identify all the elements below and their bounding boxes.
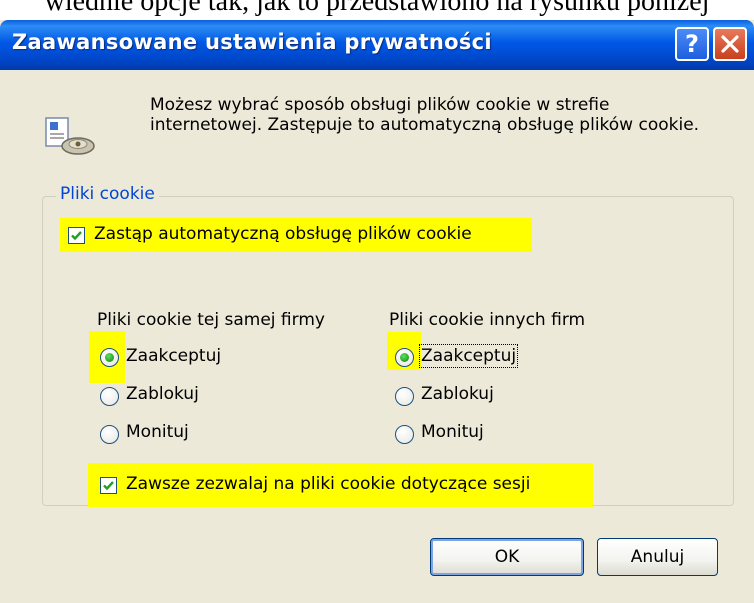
first-party-heading: Pliki cookie tej samej firmy xyxy=(97,310,325,330)
first-party-prompt-radio[interactable] xyxy=(100,425,119,444)
radio-selected-dot xyxy=(400,353,409,362)
ok-button-label: OK xyxy=(494,547,520,567)
background-document-text: wiednie opcje tak, jak to przedstawiono … xyxy=(44,0,710,17)
checkmark-icon xyxy=(71,231,82,241)
first-party-prompt-label: Monituj xyxy=(126,422,189,442)
third-party-block-radio[interactable] xyxy=(395,387,414,406)
cancel-button[interactable]: Anuluj xyxy=(597,538,718,576)
ok-button[interactable]: OK xyxy=(430,538,584,576)
override-checkbox[interactable] xyxy=(68,227,85,244)
help-button[interactable]: ? xyxy=(675,27,709,61)
help-icon: ? xyxy=(685,30,699,58)
session-checkbox[interactable] xyxy=(100,477,117,494)
dialog-title: Zaawansowane ustawienia prywatności xyxy=(12,30,492,54)
checkmark-icon xyxy=(103,481,114,491)
privacy-settings-dialog: Zaawansowane ustawienia prywatności ? Mo… xyxy=(0,20,754,603)
privacy-cookie-icon xyxy=(45,117,95,155)
close-icon xyxy=(721,35,739,53)
cancel-button-label: Anuluj xyxy=(630,547,685,567)
info-description: Możesz wybrać sposób obsługi plików cook… xyxy=(150,95,700,135)
third-party-accept-label: Zaakceptuj xyxy=(418,344,519,368)
third-party-heading: Pliki cookie innych firm xyxy=(389,310,586,330)
third-party-prompt-label: Monituj xyxy=(421,422,484,442)
first-party-accept-label: Zaakceptuj xyxy=(126,346,222,366)
third-party-accept-radio[interactable] xyxy=(395,348,414,367)
first-party-block-radio[interactable] xyxy=(100,387,119,406)
session-label: Zawsze zezwalaj na pliki cookie dotycząc… xyxy=(126,474,531,494)
third-party-prompt-radio[interactable] xyxy=(395,425,414,444)
close-button[interactable] xyxy=(713,27,747,61)
radio-selected-dot xyxy=(105,353,114,362)
override-label: Zastąp automatyczną obsługę plików cooki… xyxy=(94,224,472,244)
third-party-block-label: Zablokuj xyxy=(421,384,494,404)
title-bar[interactable]: Zaawansowane ustawienia prywatności ? xyxy=(0,20,754,70)
group-title: Pliki cookie xyxy=(56,184,159,204)
first-party-block-label: Zablokuj xyxy=(126,384,199,404)
first-party-accept-radio[interactable] xyxy=(100,348,119,367)
